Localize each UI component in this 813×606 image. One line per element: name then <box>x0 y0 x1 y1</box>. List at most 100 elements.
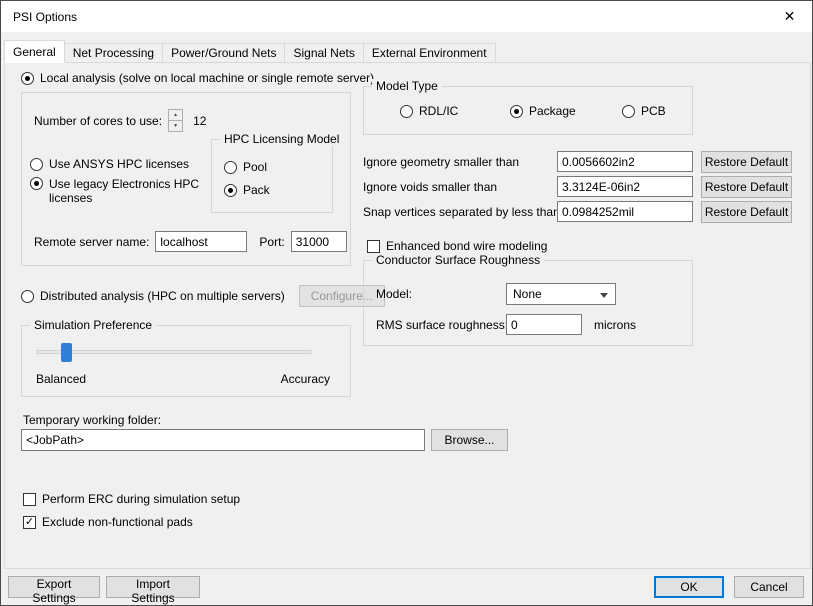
distributed-analysis-label[interactable]: Distributed analysis (HPC on multiple se… <box>40 289 285 303</box>
close-button[interactable]: ✕ <box>767 1 812 32</box>
pack-label[interactable]: Pack <box>243 183 270 197</box>
distributed-analysis-row: Distributed analysis (HPC on multiple se… <box>21 285 385 307</box>
bond-wire-row: Enhanced bond wire modeling <box>367 239 547 253</box>
pool-row: Pool <box>224 160 267 174</box>
tab-bar: General Net Processing Power/Ground Nets… <box>4 40 495 63</box>
cores-label: Number of cores to use: <box>34 114 162 128</box>
pool-radio[interactable] <box>224 161 237 174</box>
port-input[interactable] <box>291 231 347 252</box>
browse-button[interactable]: Browse... <box>431 429 508 451</box>
rdl-ic-radio[interactable] <box>400 105 413 118</box>
microns-label: microns <box>594 318 636 332</box>
pcb-row: PCB <box>622 104 666 118</box>
exclude-pads-row: ✓ Exclude non-functional pads <box>23 515 193 529</box>
ignore-voids-label: Ignore voids smaller than <box>363 180 497 194</box>
exclude-pads-label[interactable]: Exclude non-functional pads <box>42 515 193 529</box>
local-analysis-row: Local analysis (solve on local machine o… <box>21 71 374 85</box>
model-type-title: Model Type <box>372 79 442 93</box>
balanced-label: Balanced <box>36 372 86 386</box>
cores-spinner: ▲ ▼ <box>168 109 183 132</box>
restore-default-button-2[interactable]: Restore Default <box>701 176 792 198</box>
ignore-geometry-input[interactable] <box>557 151 693 172</box>
local-analysis-group: Number of cores to use: ▲ ▼ 12 Use ANSYS… <box>21 92 351 266</box>
export-settings-button[interactable]: Export Settings <box>8 576 100 598</box>
ok-button[interactable]: OK <box>654 576 724 598</box>
hpc-licensing-model-title: HPC Licensing Model <box>220 132 343 146</box>
tab-general[interactable]: General <box>4 40 65 63</box>
model-type-group: Model Type RDL/IC Package PCB <box>363 86 693 135</box>
simulation-preference-group: Simulation Preference Balanced Accuracy <box>21 325 351 397</box>
rms-roughness-label: RMS surface roughness: <box>376 318 508 332</box>
ignore-geometry-row: Ignore geometry smaller than Restore Def… <box>363 151 792 173</box>
tab-net-processing[interactable]: Net Processing <box>64 43 163 63</box>
simulation-preference-title: Simulation Preference <box>30 318 156 332</box>
remote-server-row: Remote server name: Port: <box>34 231 347 252</box>
tab-signal-nets[interactable]: Signal Nets <box>284 43 363 63</box>
rms-roughness-input[interactable] <box>506 314 582 335</box>
erc-checkbox[interactable] <box>23 493 36 506</box>
temp-folder-label: Temporary working folder: <box>23 413 161 427</box>
conductor-roughness-group: Conductor Surface Roughness Model: None … <box>363 260 693 346</box>
package-row: Package <box>510 104 576 118</box>
import-settings-button[interactable]: Import Settings <box>106 576 200 598</box>
local-analysis-label[interactable]: Local analysis (solve on local machine o… <box>40 71 374 85</box>
bond-wire-label[interactable]: Enhanced bond wire modeling <box>386 239 547 253</box>
cores-row: Number of cores to use: ▲ ▼ 12 <box>34 109 206 132</box>
ansys-hpc-row: Use ANSYS HPC licenses <box>30 157 189 171</box>
pool-label[interactable]: Pool <box>243 160 267 174</box>
ignore-voids-input[interactable] <box>557 176 693 197</box>
tab-page-general: Local analysis (solve on local machine o… <box>4 62 811 569</box>
spinner-up-button[interactable]: ▲ <box>168 109 183 121</box>
legacy-hpc-row: Use legacy Electronics HPC licenses <box>30 177 207 205</box>
ansys-hpc-radio[interactable] <box>30 158 43 171</box>
distributed-analysis-radio[interactable] <box>21 290 34 303</box>
package-label[interactable]: Package <box>529 104 576 118</box>
tab-external-environment[interactable]: External Environment <box>363 43 496 63</box>
pack-radio[interactable] <box>224 184 237 197</box>
arrow-up-icon: ▲ <box>173 112 178 118</box>
erc-row: Perform ERC during simulation setup <box>23 492 240 506</box>
restore-default-button-3[interactable]: Restore Default <box>701 201 792 223</box>
legacy-hpc-label[interactable]: Use legacy Electronics HPC licenses <box>49 177 207 205</box>
exclude-pads-checkbox[interactable]: ✓ <box>23 516 36 529</box>
pcb-radio[interactable] <box>622 105 635 118</box>
legacy-hpc-radio[interactable] <box>30 177 43 190</box>
snap-vertices-input[interactable] <box>557 201 693 222</box>
cancel-button[interactable]: Cancel <box>734 576 804 598</box>
ansys-hpc-label[interactable]: Use ANSYS HPC licenses <box>49 157 189 171</box>
conductor-roughness-title: Conductor Surface Roughness <box>372 253 544 267</box>
ignore-geometry-label: Ignore geometry smaller than <box>363 155 519 169</box>
snap-vertices-row: Snap vertices separated by less than Res… <box>363 201 792 223</box>
roughness-model-label: Model: <box>376 287 412 301</box>
window-title: PSI Options <box>13 10 77 24</box>
rdl-ic-label[interactable]: RDL/IC <box>419 104 458 118</box>
ignore-voids-row: Ignore voids smaller than Restore Defaul… <box>363 176 792 198</box>
temp-folder-input[interactable] <box>21 429 425 451</box>
check-icon: ✓ <box>25 517 34 528</box>
restore-default-button-1[interactable]: Restore Default <box>701 151 792 173</box>
local-analysis-radio[interactable] <box>21 72 34 85</box>
simulation-preference-slider[interactable] <box>36 350 312 354</box>
snap-vertices-label: Snap vertices separated by less than <box>363 205 560 219</box>
rdl-ic-row: RDL/IC <box>400 104 458 118</box>
pcb-label[interactable]: PCB <box>641 104 666 118</box>
pack-row: Pack <box>224 183 270 197</box>
port-label: Port: <box>259 235 284 249</box>
spinner-down-button[interactable]: ▼ <box>168 121 183 132</box>
erc-label[interactable]: Perform ERC during simulation setup <box>42 492 240 506</box>
roughness-model-value: None <box>513 287 542 301</box>
accuracy-label: Accuracy <box>281 372 330 386</box>
tab-power-ground-nets[interactable]: Power/Ground Nets <box>162 43 285 63</box>
bond-wire-checkbox[interactable] <box>367 240 380 253</box>
remote-server-label: Remote server name: <box>34 235 149 249</box>
chevron-down-icon <box>600 293 608 298</box>
slider-thumb[interactable] <box>61 343 72 362</box>
titlebar: PSI Options ✕ <box>1 1 812 32</box>
roughness-model-dropdown[interactable]: None <box>506 283 616 305</box>
hpc-licensing-model-group: HPC Licensing Model Pool Pack <box>211 139 333 213</box>
arrow-down-icon: ▼ <box>173 123 178 129</box>
remote-server-input[interactable] <box>155 231 247 252</box>
package-radio[interactable] <box>510 105 523 118</box>
cores-value: 12 <box>193 114 206 128</box>
psi-options-dialog: PSI Options ✕ General Net Processing Pow… <box>0 0 813 606</box>
